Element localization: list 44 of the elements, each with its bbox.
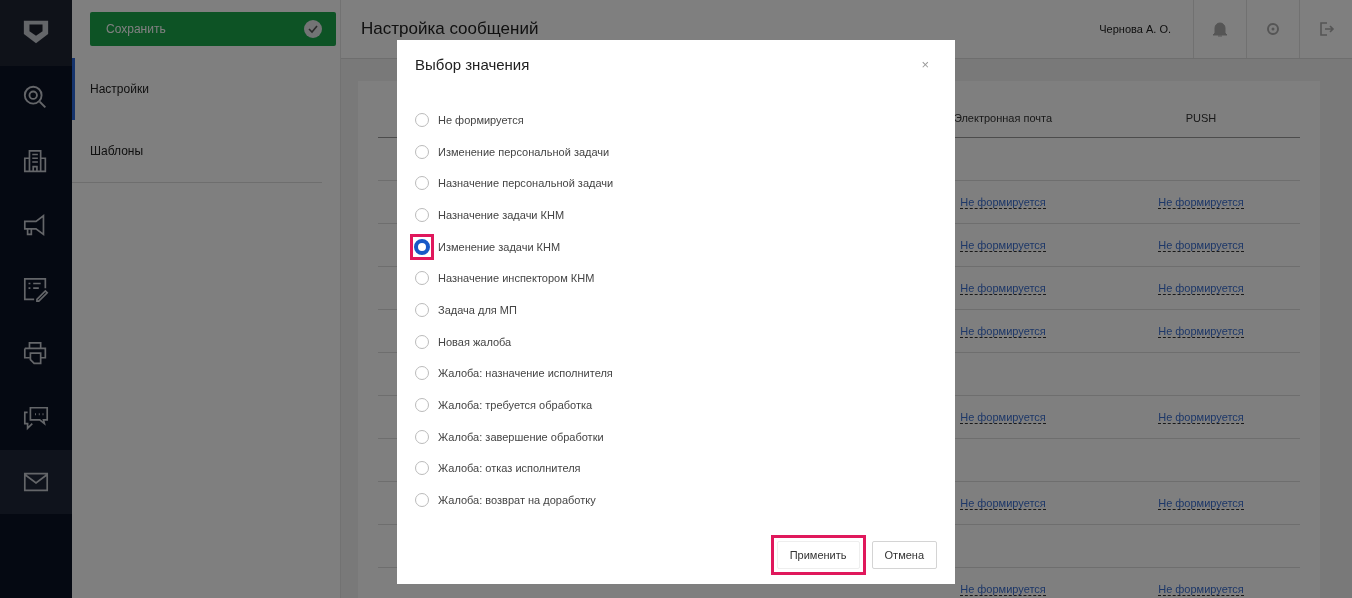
dialog-title: Выбор значения	[415, 55, 530, 73]
value-link[interactable]: Не формируется	[960, 411, 1046, 424]
value-link[interactable]: Не формируется	[960, 497, 1046, 510]
column-header: Электронная почта	[952, 112, 1054, 124]
form-edit-icon[interactable]	[22, 276, 50, 304]
value-link[interactable]: Не формируется	[960, 196, 1046, 209]
value-link[interactable]: Не формируется	[960, 325, 1046, 338]
chat-bubbles-icon[interactable]	[22, 404, 50, 432]
option-label[interactable]: Назначение инспектором КНМ	[438, 272, 595, 285]
value-link[interactable]: Не формируется	[960, 239, 1046, 252]
column-header: PUSH	[1184, 112, 1218, 124]
value-link[interactable]: Не формируется	[1158, 196, 1244, 209]
cancel-button[interactable]: Отмена	[871, 540, 937, 569]
value-link[interactable]: Не формируется	[960, 583, 1046, 596]
value-link[interactable]: Не формируется	[960, 282, 1046, 295]
bell-icon[interactable]	[1211, 20, 1229, 38]
option-label[interactable]: Жалоба: возврат на доработку	[438, 494, 596, 507]
option-label[interactable]: Изменение задачи КНМ	[438, 240, 561, 253]
value-link[interactable]: Не формируется	[1158, 497, 1244, 510]
value-link[interactable]: Не формируется	[1158, 282, 1244, 295]
radio-button[interactable]	[414, 238, 430, 255]
option-label[interactable]: Задача для МП	[438, 303, 517, 316]
option-label[interactable]: Жалоба: назначение исполнителя	[438, 367, 613, 380]
value-link[interactable]: Не формируется	[1158, 239, 1244, 252]
page-title: Настройка сообщений	[361, 19, 540, 39]
option-label[interactable]: Назначение задачи КНМ	[438, 208, 565, 221]
exit-icon[interactable]	[1317, 20, 1335, 38]
option-label[interactable]: Не формируется	[438, 113, 524, 126]
value-link[interactable]: Не формируется	[1158, 325, 1244, 338]
settings-nav-item[interactable]: Шаблоны	[72, 120, 322, 183]
settings-icon[interactable]	[1264, 20, 1282, 38]
option-label[interactable]: Новая жалоба	[438, 335, 512, 348]
value-link[interactable]: Не формируется	[1158, 411, 1244, 424]
close-button[interactable]: ×	[921, 56, 929, 72]
value-link[interactable]: Не формируется	[1158, 583, 1244, 596]
apply-button[interactable]: Применить	[776, 540, 860, 569]
option-label[interactable]: Жалоба: завершение обработки	[438, 430, 604, 443]
check-circle-icon	[304, 20, 322, 38]
nav-rail-item[interactable]	[0, 450, 72, 514]
option-label[interactable]: Жалоба: отказ исполнителя	[438, 462, 581, 475]
option-label[interactable]: Назначение персональной задачи	[438, 177, 614, 190]
option-label[interactable]: Жалоба: требуется обработка	[438, 399, 593, 412]
option-label[interactable]: Изменение персональной задачи	[438, 145, 610, 158]
user-name[interactable]: Чернова А. О.	[1099, 23, 1171, 35]
